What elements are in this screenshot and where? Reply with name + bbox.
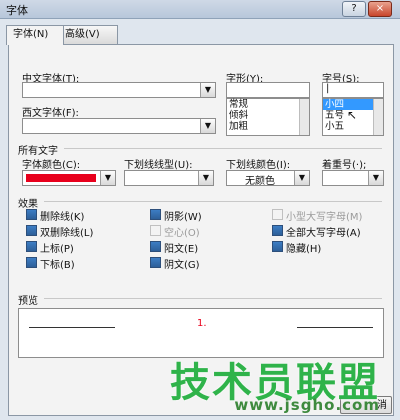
size-input[interactable]: | — [322, 82, 384, 98]
effect-checkbox-label[interactable]: 双删除线(L) — [40, 224, 93, 239]
preview-heading: 预览 — [18, 296, 38, 307]
effect-checkbox-label[interactable]: 阴影(W) — [164, 208, 202, 223]
emphasis-label: 着重号(·); — [322, 160, 367, 171]
effect-checkbox[interactable] — [26, 257, 37, 268]
effect-checkbox[interactable] — [150, 257, 161, 268]
preview-sample-text: 1. — [197, 318, 207, 329]
all-text-heading: 所有文字 — [18, 146, 58, 157]
watermark-url: www.jsgho.com — [234, 396, 380, 414]
effects-heading: 效果 — [18, 199, 38, 210]
effect-checkbox[interactable] — [26, 209, 37, 220]
help-button[interactable]: ? — [342, 1, 366, 17]
cn-font-value — [23, 83, 26, 94]
divider — [44, 298, 382, 299]
effect-checkbox-label[interactable]: 上标(P) — [40, 240, 74, 255]
chevron-down-icon[interactable]: ▼ — [198, 171, 213, 185]
west-font-label: 西文字体(F): — [22, 108, 79, 119]
effect-checkbox-label[interactable]: 空心(O) — [164, 224, 200, 239]
close-button[interactable]: × — [368, 1, 392, 17]
underline-style-value — [125, 171, 128, 182]
effect-checkbox-label[interactable]: 全部大写字母(A) — [286, 224, 361, 239]
effect-checkbox[interactable] — [272, 209, 283, 220]
effect-checkbox-label[interactable]: 隐藏(H) — [286, 240, 321, 255]
effect-checkbox[interactable] — [26, 225, 37, 236]
effect-checkbox[interactable] — [272, 241, 283, 252]
effect-checkbox-label[interactable]: 小型大写字母(M) — [286, 208, 362, 223]
style-scrollbar[interactable] — [299, 99, 309, 135]
font-color-swatch — [26, 174, 96, 182]
emphasis-value — [323, 171, 326, 182]
chevron-down-icon[interactable]: ▼ — [200, 119, 215, 133]
effect-checkbox-label[interactable]: 阳文(E) — [164, 240, 198, 255]
effect-checkbox[interactable] — [272, 225, 283, 236]
style-listbox[interactable]: 常规 倾斜 加粗 — [226, 98, 310, 136]
underline-style-combo[interactable]: ▼ — [124, 170, 214, 186]
preview-baseline-right — [297, 327, 373, 328]
effect-checkbox[interactable] — [150, 241, 161, 252]
size-scrollbar[interactable] — [373, 99, 383, 135]
style-item[interactable]: 倾斜 — [227, 110, 309, 121]
style-input[interactable] — [226, 82, 310, 98]
mouse-cursor-icon: ↖ — [347, 108, 358, 122]
font-color-combo[interactable]: ▼ — [22, 170, 116, 186]
tab-font[interactable]: 字体(N) — [6, 25, 64, 45]
effect-checkbox-label[interactable]: 阴文(G) — [164, 256, 200, 271]
chevron-down-icon[interactable]: ▼ — [368, 171, 383, 185]
font-color-label: 字体颜色(C): — [22, 160, 81, 171]
divider — [44, 201, 382, 202]
title-bar — [0, 0, 400, 19]
style-item[interactable]: 加粗 — [227, 121, 309, 132]
underline-color-label: 下划线颜色(I): — [226, 160, 291, 171]
effect-checkbox-label[interactable]: 下标(B) — [40, 256, 75, 271]
effect-checkbox[interactable] — [26, 241, 37, 252]
west-font-value — [23, 119, 26, 130]
west-font-combo[interactable]: ▼ — [22, 118, 216, 134]
preview-baseline-left — [29, 327, 115, 328]
underline-color-combo[interactable]: 无颜色 ▼ — [226, 170, 310, 187]
underline-color-value: 无颜色 — [245, 176, 275, 187]
chevron-down-icon[interactable]: ▼ — [200, 83, 215, 97]
window-title: 字体 — [6, 4, 28, 17]
size-value: | — [326, 83, 330, 94]
divider — [64, 148, 382, 149]
style-value — [227, 83, 230, 94]
effect-checkbox[interactable] — [150, 209, 161, 220]
emphasis-combo[interactable]: ▼ — [322, 170, 384, 186]
effect-checkbox[interactable] — [150, 225, 161, 236]
cn-font-combo[interactable]: ▼ — [22, 82, 216, 98]
underline-style-label: 下划线线型(U): — [124, 160, 193, 171]
chevron-down-icon[interactable]: ▼ — [294, 171, 309, 185]
chevron-down-icon[interactable]: ▼ — [100, 171, 115, 185]
style-item[interactable]: 常规 — [227, 99, 309, 110]
effect-checkbox-label[interactable]: 删除线(K) — [40, 208, 84, 223]
tab-advanced[interactable]: 高级(V) — [58, 25, 118, 44]
